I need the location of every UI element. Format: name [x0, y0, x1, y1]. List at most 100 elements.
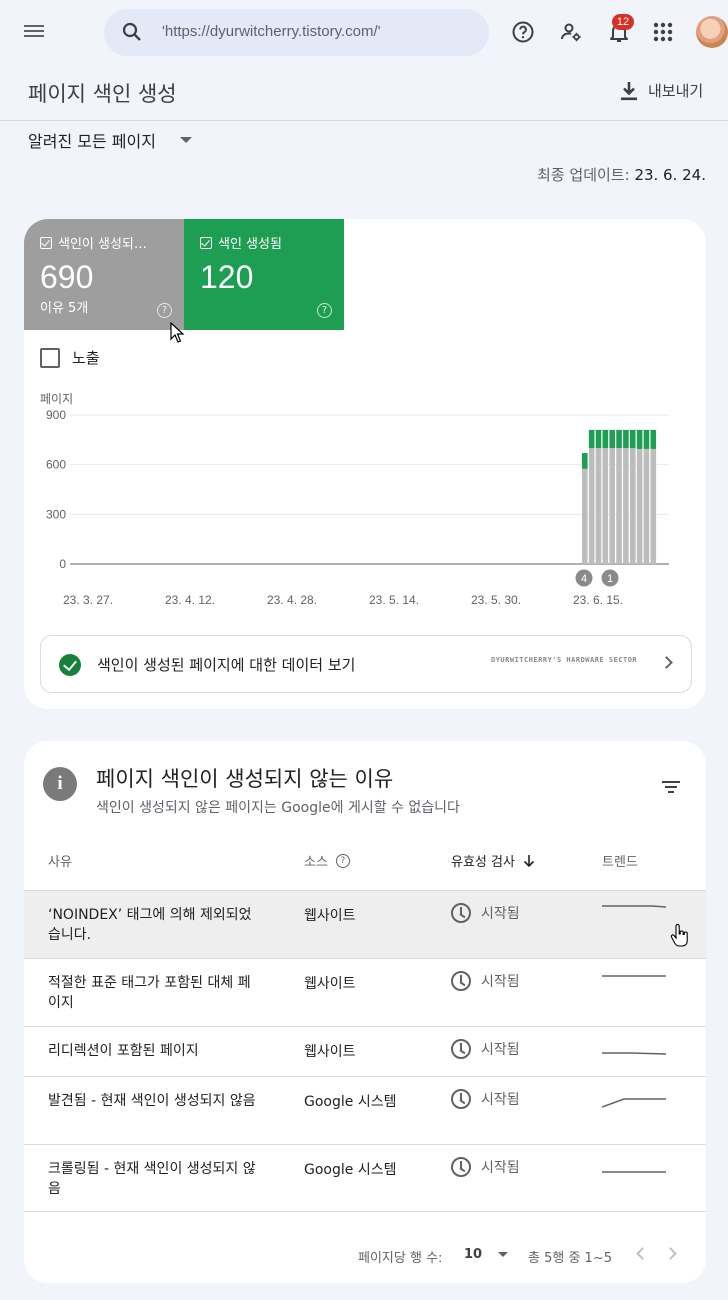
- chart-x-tick: 23. 6. 15.: [573, 593, 623, 607]
- indexing-summary-card: 색인이 생성되… 690 이유 5개 ? 색인 생성됨 120 ? 노출 페이지…: [24, 219, 706, 709]
- page-filter-value: 알려진 모든 페이지: [28, 132, 156, 151]
- chart-x-tick: 23. 4. 12.: [165, 593, 215, 607]
- validation-cell: 시작됨: [451, 1089, 520, 1109]
- chart-bar-indexed: [650, 429, 657, 449]
- source-cell: 웹사이트: [304, 908, 356, 924]
- impressions-toggle[interactable]: 노출: [40, 347, 100, 368]
- chart-bar-indexed: [582, 453, 588, 469]
- trend-sparkline: [602, 1052, 667, 1055]
- last-updated-label: 최종 업데이트:: [537, 166, 630, 184]
- menu-icon[interactable]: [24, 22, 46, 42]
- reasons-table: ‘NOINDEX’ 태그에 의해 제외되었습니다. 웹사이트 시작됨 적절한 표…: [24, 890, 706, 1212]
- help-icon[interactable]: ?: [335, 853, 350, 868]
- chart-bar-indexed: [595, 429, 602, 449]
- tile-indexed-count: 120: [200, 259, 254, 295]
- view-indexed-data-link[interactable]: 색인이 생성된 페이지에 대한 데이터 보기 DYURWITCHERRY'S H…: [40, 635, 692, 693]
- source-cell: Google 시스템: [304, 1094, 397, 1110]
- table-row[interactable]: 크롤링됨 - 현재 색인이 생성되지 않음 Google 시스템 시작됨: [24, 1144, 706, 1212]
- chart-bar-not-indexed: [616, 448, 622, 564]
- chart-bar-not-indexed: [623, 448, 629, 564]
- user-settings-icon[interactable]: [559, 20, 583, 44]
- validation-cell: 시작됨: [451, 1157, 520, 1177]
- table-row[interactable]: 리디렉션이 포함된 페이지 웹사이트 시작됨: [24, 1026, 706, 1076]
- column-header-validation[interactable]: 유효성 검사: [451, 851, 535, 870]
- dropdown-caret-icon: [498, 1252, 509, 1257]
- next-page-icon[interactable]: [664, 1247, 677, 1260]
- checkbox-unchecked-icon[interactable]: [40, 347, 60, 368]
- clock-icon: [451, 1039, 471, 1059]
- check-circle-icon: [59, 654, 81, 676]
- export-button[interactable]: 내보내기: [620, 80, 703, 101]
- checkbox-checked-icon[interactable]: [40, 236, 52, 249]
- chart-y-tick: 300: [46, 507, 66, 521]
- source-cell: 웹사이트: [304, 976, 356, 992]
- page-filter-dropdown[interactable]: 알려진 모든 페이지: [28, 128, 192, 152]
- tile-not-indexed-count: 690: [40, 259, 94, 295]
- avatar[interactable]: [696, 16, 728, 48]
- chart-y-tick: 600: [46, 458, 66, 472]
- chart-bar-not-indexed: [636, 448, 643, 564]
- chart-bar-indexed: [623, 429, 629, 449]
- apps-grid-icon[interactable]: [651, 20, 675, 44]
- source-cell: Google 시스템: [304, 1162, 397, 1178]
- dropdown-caret-icon: [179, 137, 192, 143]
- reasons-subtitle: 색인이 생성되지 않은 페이지는 Google에 게시할 수 없습니다: [96, 800, 460, 816]
- clock-icon: [451, 903, 471, 923]
- search-input[interactable]: 'https://dyurwitcherry.tistory.com/': [162, 23, 381, 40]
- search-box[interactable]: 'https://dyurwitcherry.tistory.com/': [104, 9, 489, 56]
- impressions-label: 노출: [72, 349, 100, 367]
- reason-cell: 발견됨 - 현재 색인이 생성되지 않음: [48, 1093, 256, 1109]
- rows-per-page-select[interactable]: 10: [464, 1247, 509, 1262]
- view-indexed-data-label: 색인이 생성된 페이지에 대한 데이터 보기: [97, 656, 356, 674]
- trend-sparkline: [602, 975, 666, 977]
- filter-icon[interactable]: [662, 781, 680, 795]
- pages-chart: 페이지 900 600 300 0 23. 3. 27. 23. 4. 12. 23. 4.…: [40, 392, 669, 607]
- tile-indexed-label: 색인 생성됨: [218, 237, 282, 252]
- checkbox-checked-icon[interactable]: [200, 236, 212, 249]
- not-indexed-reasons-card: i 페이지 색인이 생성되지 않는 이유 색인이 생성되지 않은 페이지는 Go…: [24, 741, 706, 1283]
- mouse-pointer-icon: [170, 322, 184, 343]
- column-header-trend[interactable]: 트렌드: [602, 851, 638, 870]
- previous-page-icon[interactable]: [636, 1247, 649, 1260]
- chart-bar-indexed: [602, 429, 609, 449]
- chart-x-tick: 23. 5. 14.: [369, 593, 419, 607]
- info-icon: i: [43, 767, 77, 801]
- export-label: 내보내기: [648, 82, 704, 100]
- tile-indexed[interactable]: 색인 생성됨 120 ?: [184, 219, 344, 330]
- column-header-source[interactable]: 소스?: [304, 851, 350, 870]
- page-title: 페이지 색인 생성: [28, 82, 177, 106]
- source-cell: 웹사이트: [304, 1044, 356, 1060]
- help-icon[interactable]: [511, 20, 535, 44]
- header-divider: [0, 120, 728, 121]
- chevron-right-icon: [660, 656, 673, 669]
- chart-bar-indexed: [616, 429, 622, 449]
- chart-bar-not-indexed: [588, 448, 595, 564]
- trend-sparkline: [602, 1098, 666, 1108]
- chart-bar-not-indexed: [629, 448, 636, 564]
- chart-bar-not-indexed: [643, 448, 650, 564]
- chart-ylabel: 페이지: [40, 392, 73, 406]
- chart-bar-not-indexed: [582, 468, 588, 564]
- tile-not-indexed-label: 색인이 생성되…: [58, 237, 147, 252]
- chart-annotation-label: 1: [607, 573, 613, 585]
- chart-x-tick: 23. 4. 28.: [267, 593, 317, 607]
- rows-per-page-label: 페이지당 행 수:: [358, 1251, 443, 1266]
- column-header-reason[interactable]: 사유: [48, 851, 72, 870]
- chart-bar-not-indexed: [595, 448, 602, 564]
- validation-cell: 시작됨: [451, 971, 520, 991]
- help-icon[interactable]: ?: [157, 303, 172, 318]
- reason-cell: 리디렉션이 포함된 페이지: [48, 1043, 199, 1059]
- chart-bar-indexed: [629, 429, 636, 449]
- chart-bar-not-indexed: [602, 448, 609, 564]
- table-row[interactable]: 적절한 표준 태그가 포함된 대체 페이지 웹사이트 시작됨: [24, 958, 706, 1026]
- chart-bar-not-indexed: [650, 448, 657, 564]
- help-icon[interactable]: ?: [317, 303, 332, 318]
- chart-x-tick: 23. 3. 27.: [63, 593, 113, 607]
- table-row[interactable]: ‘NOINDEX’ 태그에 의해 제외되었습니다. 웹사이트 시작됨: [24, 890, 706, 958]
- table-row[interactable]: 발견됨 - 현재 색인이 생성되지 않음 Google 시스템 시작됨: [24, 1076, 706, 1144]
- top-bar: 'https://dyurwitcherry.tistory.com/' 12: [0, 0, 728, 64]
- last-updated: 최종 업데이트: 23. 6. 24.: [537, 164, 706, 185]
- validation-cell: 시작됨: [451, 903, 520, 923]
- validation-cell: 시작됨: [451, 1039, 520, 1059]
- tile-not-indexed[interactable]: 색인이 생성되… 690 이유 5개 ?: [24, 219, 184, 330]
